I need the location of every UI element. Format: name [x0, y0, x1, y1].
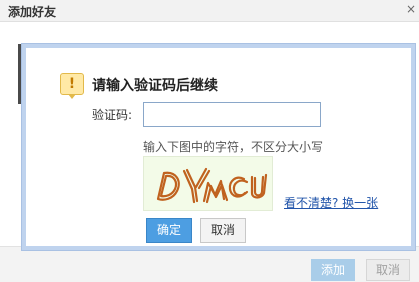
scroll-edge: [18, 44, 21, 104]
window-footer: 添加 取消: [0, 246, 419, 282]
captcha-image-graphic: [156, 167, 268, 204]
window-titlebar: 添加好友 ×: [0, 0, 419, 22]
captcha-code-label: 验证码:: [92, 108, 133, 122]
footer-cancel-button[interactable]: 取消: [366, 259, 410, 281]
captcha-code-input[interactable]: [143, 102, 321, 127]
captcha-cancel-button[interactable]: 取消: [200, 218, 246, 243]
captcha-refresh-link[interactable]: 看不清楚? 换一张: [284, 194, 378, 211]
captcha-dialog: ! 请输入验证码后继续 验证码: 输入下图中的字符，不区分大小写 看不清楚? 换…: [22, 44, 415, 250]
captcha-hint: 输入下图中的字符，不区分大小写: [143, 140, 324, 154]
close-icon[interactable]: ×: [405, 2, 417, 16]
captcha-ok-button[interactable]: 确定: [146, 218, 192, 243]
window-title: 添加好友: [8, 5, 57, 19]
captcha-image[interactable]: [143, 156, 273, 211]
captcha-heading: 请输入验证码后继续: [92, 78, 218, 94]
add-friend-button[interactable]: 添加: [311, 259, 355, 281]
warning-icon: !: [60, 73, 84, 99]
